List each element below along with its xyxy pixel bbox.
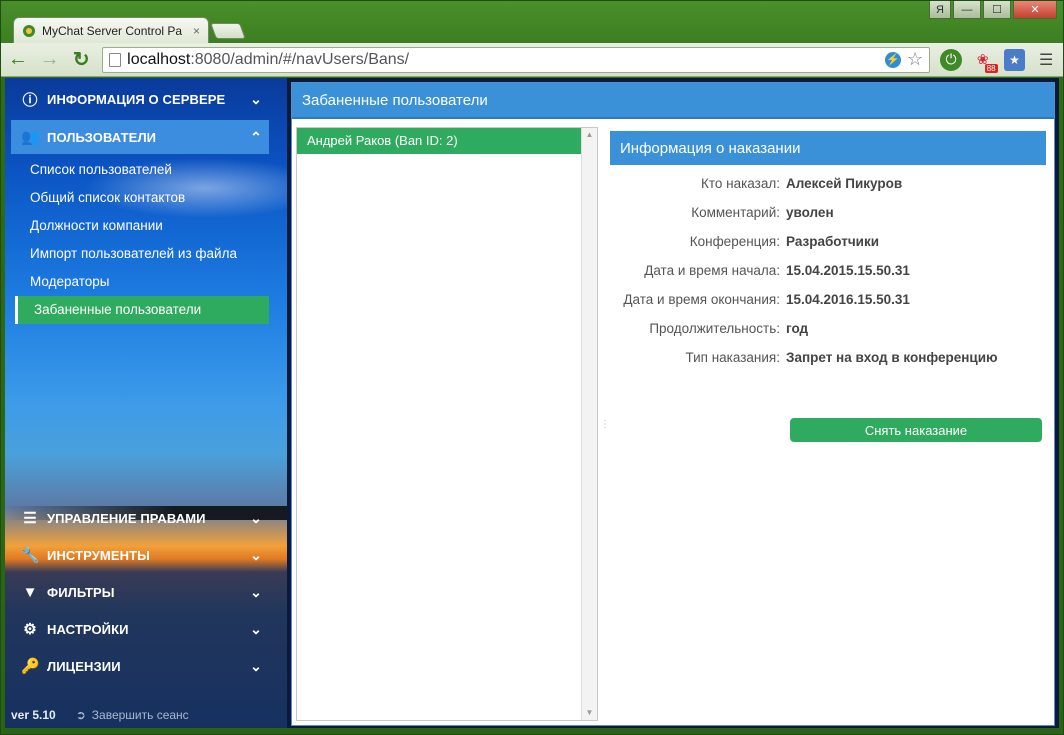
detail-row-duration: Продолжительность: год bbox=[649, 321, 809, 336]
key-icon: 🔑 bbox=[21, 658, 40, 675]
chevron-down-icon: ⌄ bbox=[250, 509, 262, 526]
sidebar: ⓘ ИНФОРМАЦИЯ О СЕРВЕРЕ ⌄ 👥 ПОЛЬЗОВАТЕЛИ … bbox=[5, 78, 287, 728]
page-title: Забаненные пользователи bbox=[292, 83, 1054, 119]
detail-row-type: Тип наказания: Запрет на вход в конферен… bbox=[685, 350, 998, 365]
reload-icon[interactable]: ↻ bbox=[70, 49, 92, 71]
submenu-import-users[interactable]: Импорт пользователей из файла bbox=[15, 240, 269, 268]
submenu-contact-list[interactable]: Общий список контактов bbox=[15, 184, 269, 212]
bookmark-star-icon[interactable]: ☆ bbox=[907, 49, 923, 70]
chevron-down-icon: ⌄ bbox=[250, 583, 262, 600]
browser-toolbar: ← → ↻ localhost:8080/admin/#/navUsers/Ba… bbox=[1, 43, 1063, 77]
details-rows: Кто наказал: Алексей Пикуров Комментарий… bbox=[610, 165, 1046, 372]
browser-menu-icon[interactable]: ☰ bbox=[1035, 49, 1057, 71]
title-bar: MyChat Server Control Pa × Я — ☐ ✕ bbox=[1, 1, 1063, 43]
back-arrow-icon[interactable]: ← bbox=[7, 48, 29, 71]
sidebar-footer: ver 5.10 ➲ Завершить сеанс bbox=[11, 708, 189, 722]
remove-ban-button[interactable]: Снять наказание bbox=[790, 418, 1042, 442]
extension-badge: 88 bbox=[984, 63, 998, 73]
submenu-moderators[interactable]: Модераторы bbox=[15, 268, 269, 296]
menu-users[interactable]: 👥 ПОЛЬЗОВАТЕЛИ ⌃ bbox=[11, 120, 269, 154]
gears-icon: ⚙ bbox=[23, 621, 37, 638]
close-window-button[interactable]: ✕ bbox=[1013, 1, 1057, 19]
minimize-button[interactable]: — bbox=[953, 1, 981, 19]
extension-power-icon[interactable]: ⏻ bbox=[940, 48, 962, 71]
users-submenu: Список пользователей Общий список контак… bbox=[15, 156, 269, 324]
chevron-up-icon: ⌃ bbox=[250, 128, 262, 145]
details-title: Информация о наказании bbox=[610, 131, 1046, 165]
main-panel: Забаненные пользователи Андрей Раков (Ba… bbox=[291, 82, 1055, 726]
address-bar[interactable]: localhost:8080/admin/#/navUsers/Bans/ ⚡ … bbox=[102, 46, 931, 73]
menu-rights[interactable]: ☰ УПРАВЛЕНИЕ ПРАВАМИ ⌄ bbox=[11, 501, 269, 535]
window-controls: Я — ☐ ✕ bbox=[929, 1, 1057, 19]
ban-details: Информация о наказании Кто наказал: Алек… bbox=[610, 131, 1046, 691]
wrench-icon: 🔧 bbox=[21, 547, 40, 564]
browser-tab[interactable]: MyChat Server Control Pa × bbox=[13, 17, 209, 43]
submenu-banned-users[interactable]: Забаненные пользователи bbox=[15, 296, 269, 324]
version-label: ver 5.10 bbox=[11, 708, 56, 722]
detail-row-comment: Комментарий: уволен bbox=[691, 205, 834, 220]
list-icon: ☰ bbox=[23, 510, 37, 527]
filter-icon: ▼ bbox=[22, 583, 38, 601]
menu-licenses[interactable]: 🔑 ЛИЦЕНЗИИ ⌄ bbox=[11, 649, 269, 683]
logout-label: Завершить сеанс bbox=[91, 708, 189, 722]
lightning-icon[interactable]: ⚡ bbox=[885, 51, 902, 68]
logout-link[interactable]: ➲ Завершить сеанс bbox=[76, 708, 189, 722]
submenu-positions[interactable]: Должности компании bbox=[15, 212, 269, 240]
submenu-user-list[interactable]: Список пользователей bbox=[15, 156, 269, 184]
chevron-down-icon: ⌄ bbox=[250, 90, 262, 107]
tab-title: MyChat Server Control Pa bbox=[42, 23, 183, 38]
menu-tools[interactable]: 🔧 ИНСТРУМЕНТЫ ⌄ bbox=[11, 538, 269, 572]
extension-flower-icon[interactable]: ❀ 88 bbox=[972, 49, 998, 73]
chevron-down-icon: ⌄ bbox=[250, 546, 262, 563]
pane-splitter[interactable]: ⋮ bbox=[600, 127, 610, 721]
list-item[interactable]: Андрей Раков (Ban ID: 2) bbox=[297, 128, 581, 154]
new-tab-button[interactable] bbox=[210, 23, 246, 39]
menu-settings[interactable]: ⚙ НАСТРОЙКИ ⌄ bbox=[11, 612, 269, 646]
detail-row-conference: Конференция: Разработчики bbox=[689, 234, 880, 249]
page-icon bbox=[109, 52, 122, 67]
page-content: ⓘ ИНФОРМАЦИЯ О СЕРВЕРЕ ⌄ 👥 ПОЛЬЗОВАТЕЛИ … bbox=[5, 78, 1059, 728]
detail-row-punisher: Кто наказал: Алексей Пикуров bbox=[700, 176, 903, 191]
detail-row-end: Дата и время окончания: 15.04.2016.15.50… bbox=[623, 292, 910, 307]
url-text[interactable]: localhost:8080/admin/#/navUsers/Bans/ bbox=[127, 51, 879, 69]
browser-window: MyChat Server Control Pa × Я — ☐ ✕ ← → ↻… bbox=[0, 0, 1064, 735]
scroll-up-icon[interactable]: ▲ bbox=[582, 128, 597, 142]
list-scrollbar[interactable]: ▲ ▼ bbox=[581, 128, 597, 720]
forward-arrow-icon[interactable]: → bbox=[39, 48, 61, 71]
scroll-down-icon[interactable]: ▼ bbox=[582, 706, 597, 720]
info-icon: ⓘ bbox=[22, 91, 38, 109]
language-indicator[interactable]: Я bbox=[929, 1, 951, 19]
chevron-down-icon: ⌄ bbox=[250, 657, 262, 674]
mychat-favicon-icon bbox=[23, 24, 35, 37]
maximize-button[interactable]: ☐ bbox=[983, 1, 1011, 19]
extension-star-icon[interactable]: ★ bbox=[1003, 48, 1026, 71]
logout-icon: ➲ bbox=[75, 708, 86, 722]
users-icon: 👥 bbox=[21, 129, 40, 146]
tab-close-icon[interactable]: × bbox=[193, 24, 200, 38]
chevron-down-icon: ⌄ bbox=[250, 620, 262, 637]
detail-row-start: Дата и время начала: 15.04.2015.15.50.31 bbox=[644, 263, 910, 278]
menu-server-info[interactable]: ⓘ ИНФОРМАЦИЯ О СЕРВЕРЕ ⌄ bbox=[11, 82, 269, 116]
menu-filters[interactable]: ▼ ФИЛЬТРЫ ⌄ bbox=[11, 575, 269, 609]
banned-users-list: Андрей Раков (Ban ID: 2) ▲ ▼ bbox=[296, 127, 598, 721]
